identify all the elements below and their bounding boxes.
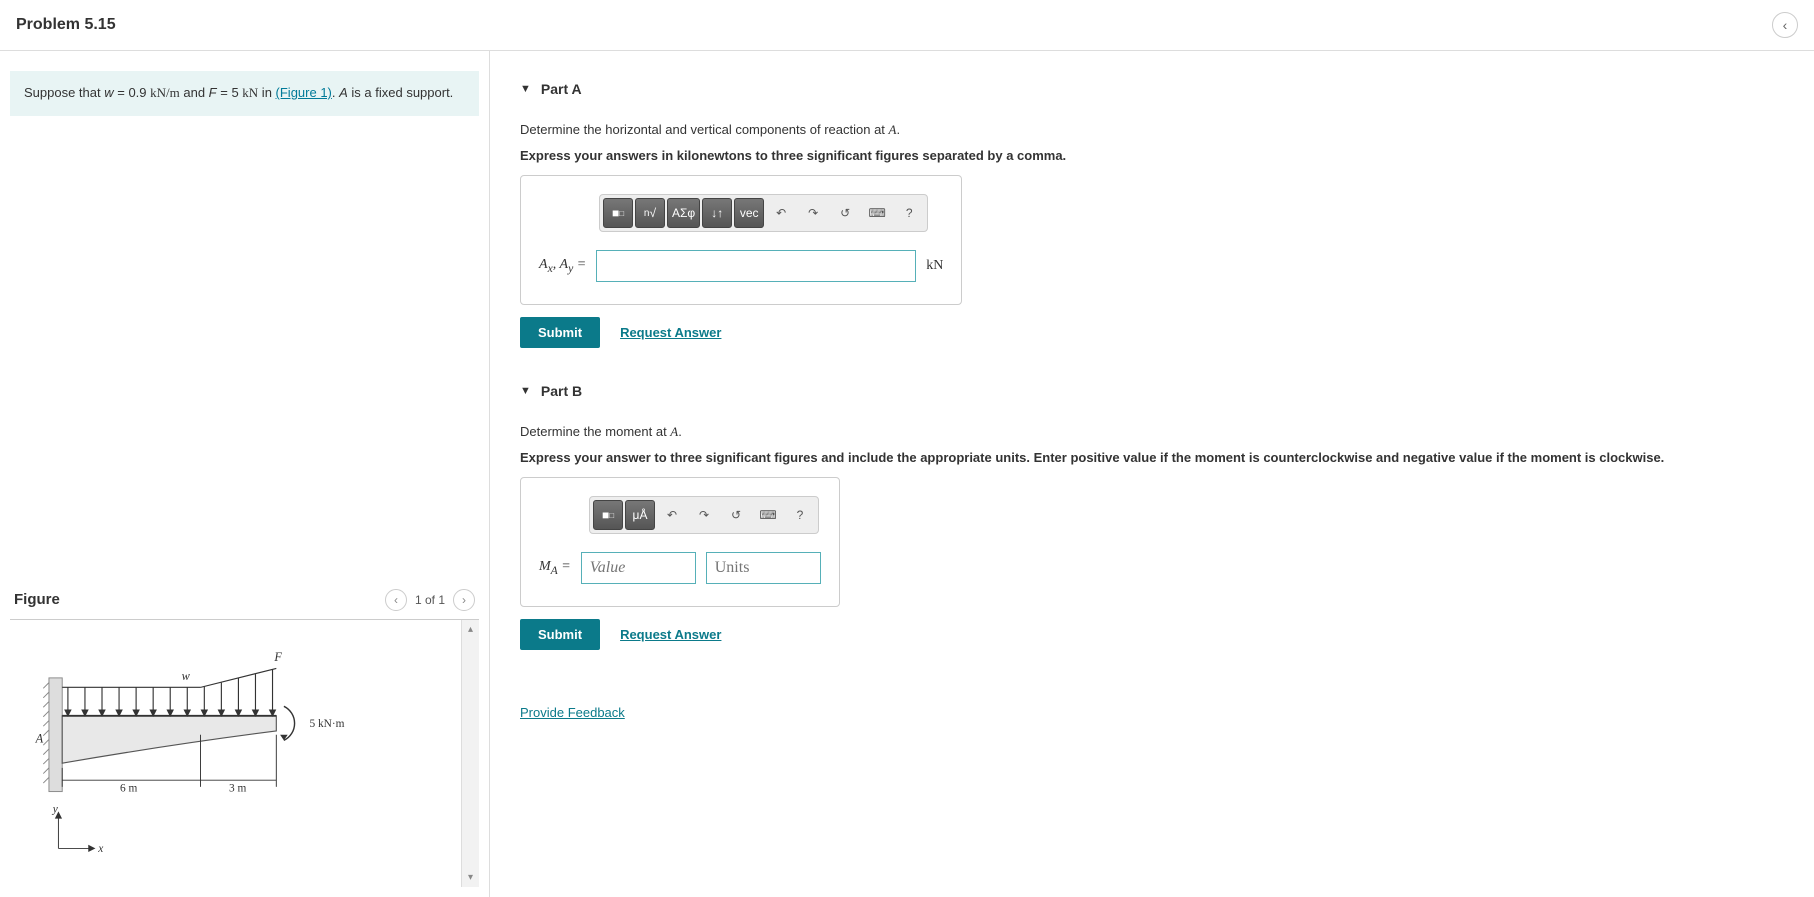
undo-button[interactable]: ↶ [766,198,796,228]
scroll-up-icon[interactable]: ▴ [468,624,473,635]
svg-text:y: y [52,803,59,815]
part-a-actions: Submit Request Answer [520,317,1794,348]
figure-heading: Figure [14,591,60,608]
part-b-value-input[interactable] [581,552,696,584]
problem-statement: Suppose that w = 0.9 kN/m and F = 5 kN i… [10,71,479,116]
part-a-instructions: Express your answers in kilonewtons to t… [520,148,1794,163]
part-a-body: Determine the horizontal and vertical co… [520,122,1794,348]
figure-link[interactable]: (Figure 1) [276,85,332,100]
figure-page-indicator: 1 of 1 [415,593,445,607]
collapse-icon: ▼ [520,385,531,397]
figure-body: F w A 5 kN·m 6 m 3 m y x ▴ ▾ [10,620,479,887]
redo-button[interactable]: ↷ [689,500,719,530]
svg-text:5 kN·m: 5 kN·m [309,718,344,730]
svg-text:A: A [35,731,44,745]
help-button[interactable]: ? [785,500,815,530]
part-a-answer-input[interactable] [596,250,916,282]
scroll-down-icon[interactable]: ▾ [468,872,473,883]
problem-title: Problem 5.15 [16,16,116,34]
prev-problem-button[interactable]: ‹ [1772,12,1798,38]
part-a-input-label: Ax, Ay = [539,257,586,275]
page-header: Problem 5.15 ‹ [0,0,1814,51]
part-b-request-answer-link[interactable]: Request Answer [620,627,721,642]
figure-header: Figure ‹ 1 of 1 › [10,581,479,620]
updown-button[interactable]: ↓↑ [702,198,732,228]
keyboard-button[interactable]: ⌨ [753,500,783,530]
part-a-question: Determine the horizontal and vertical co… [520,122,1794,138]
units-button[interactable]: μÅ [625,500,655,530]
svg-text:3 m: 3 m [229,782,247,794]
part-b-units-input[interactable] [706,552,821,584]
figure-diagram: F w A 5 kN·m 6 m 3 m y x [10,620,461,887]
redo-button[interactable]: ↷ [798,198,828,228]
part-a: ▼ Part A Determine the horizontal and ve… [520,81,1794,348]
provide-feedback-link[interactable]: Provide Feedback [520,705,625,720]
part-b-header[interactable]: ▼ Part B [520,383,1794,399]
part-b-input-label: MA = [539,559,571,577]
part-a-header[interactable]: ▼ Part A [520,81,1794,97]
part-b-input-row: MA = [539,552,821,584]
right-panel: ▼ Part A Determine the horizontal and ve… [490,51,1814,897]
part-b-toolbar: ■□ μÅ ↶ ↷ ↺ ⌨ ? [589,496,819,534]
keyboard-button[interactable]: ⌨ [862,198,892,228]
part-a-submit-button[interactable]: Submit [520,317,600,348]
part-b-submit-button[interactable]: Submit [520,619,600,650]
part-b-question: Determine the moment at A. [520,424,1794,440]
part-b-title: Part B [541,383,582,399]
left-panel: Suppose that w = 0.9 kN/m and F = 5 kN i… [0,51,490,897]
part-b-answer-box: ■□ μÅ ↶ ↷ ↺ ⌨ ? MA = [520,477,840,607]
svg-text:w: w [182,668,191,682]
part-a-answer-box: ■□ n√ ΑΣφ ↓↑ vec ↶ ↷ ↺ ⌨ ? Ax, Ay = [520,175,962,305]
greek-button[interactable]: ΑΣφ [667,198,700,228]
svg-text:x: x [97,843,103,855]
part-a-unit: kN [926,258,943,274]
figure-next-button[interactable]: › [453,589,475,611]
template-button[interactable]: ■□ [593,500,623,530]
figure-pager: ‹ 1 of 1 › [385,589,475,611]
root-button[interactable]: n√ [635,198,665,228]
svg-text:F: F [273,649,282,663]
part-a-request-answer-link[interactable]: Request Answer [620,325,721,340]
part-b-instructions: Express your answer to three significant… [520,450,1794,465]
svg-text:6 m: 6 m [120,782,138,794]
figure-prev-button[interactable]: ‹ [385,589,407,611]
undo-button[interactable]: ↶ [657,500,687,530]
part-b: ▼ Part B Determine the moment at A. Expr… [520,383,1794,650]
part-a-input-row: Ax, Ay = kN [539,250,943,282]
figure-scrollbar[interactable]: ▴ ▾ [461,620,479,887]
help-button[interactable]: ? [894,198,924,228]
collapse-icon: ▼ [520,83,531,95]
reset-button[interactable]: ↺ [721,500,751,530]
main-content: Suppose that w = 0.9 kN/m and F = 5 kN i… [0,51,1814,897]
reset-button[interactable]: ↺ [830,198,860,228]
part-b-body: Determine the moment at A. Express your … [520,424,1794,650]
part-b-actions: Submit Request Answer [520,619,1794,650]
template-button[interactable]: ■□ [603,198,633,228]
vec-button[interactable]: vec [734,198,764,228]
part-a-toolbar: ■□ n√ ΑΣφ ↓↑ vec ↶ ↷ ↺ ⌨ ? [599,194,928,232]
part-a-title: Part A [541,81,582,97]
figure-section: Figure ‹ 1 of 1 › [10,581,479,887]
